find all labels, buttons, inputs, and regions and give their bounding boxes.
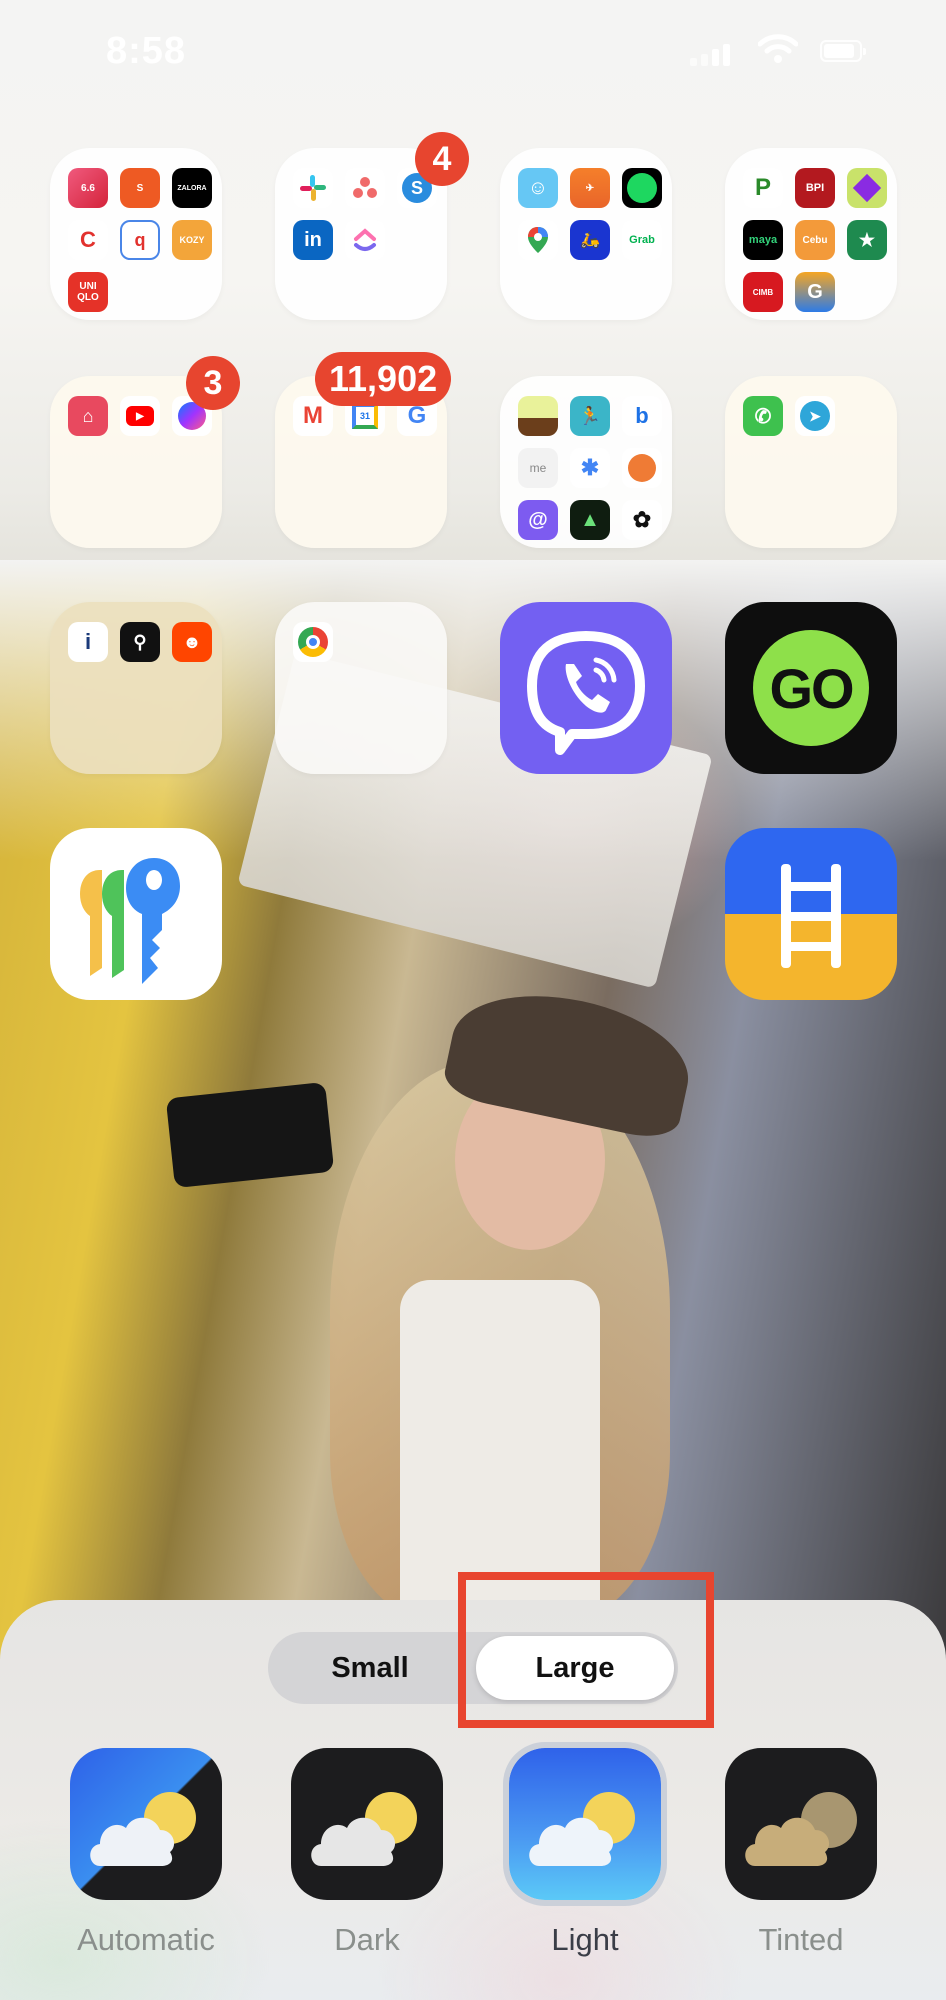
wallpaper-phone	[165, 1081, 335, 1189]
me-app-icon: me	[518, 448, 558, 488]
starbucks-app-icon: ★	[847, 220, 887, 260]
grab-app-icon: Grab	[622, 220, 662, 260]
bing-app-icon: b	[622, 396, 662, 436]
waze-app-icon: ☺	[518, 168, 558, 208]
carousell-app-icon: C	[68, 220, 108, 260]
weather-tinted-icon	[725, 1748, 877, 1900]
weather-dark-icon	[291, 1748, 443, 1900]
paymaya-p-app-icon: P	[743, 168, 783, 208]
zalora-app-icon: ZALORA	[172, 168, 212, 208]
adidas-running-app-icon: ⚲	[120, 622, 160, 662]
notification-badge: 11,902	[315, 352, 452, 406]
reddit-app-icon: ☻	[172, 622, 212, 662]
go-logo: GO	[753, 630, 869, 746]
style-label-tinted: Tinted	[758, 1922, 844, 1957]
youtube-app-icon: ▶	[120, 396, 160, 436]
wallpaper-person-shirt	[400, 1280, 600, 1600]
misc-folder[interactable]: i ⚲ ☻	[50, 602, 222, 774]
chatgpt-app-icon: ✿	[622, 500, 662, 540]
info-app-icon: i	[68, 622, 108, 662]
travel-folder[interactable]: ☺ ✈ 🛵 Grab	[500, 148, 672, 320]
shopee-6-6-app-icon: 6.6	[68, 168, 108, 208]
maya-app-icon: maya	[743, 220, 783, 260]
orange-app-icon	[622, 448, 662, 488]
viber-icon	[527, 631, 645, 755]
passwords-app[interactable]	[50, 828, 222, 1000]
style-label-light: Light	[551, 1922, 619, 1957]
runner-app-icon: 🏃	[570, 396, 610, 436]
style-label-dark: Dark	[334, 1922, 400, 1957]
asana-app-icon	[345, 168, 385, 208]
home-screen-grid: 6.6 S ZALORA C q KOZY UNI QLO S in 4 ☺ ✈…	[0, 0, 946, 1000]
chrome-app-icon	[293, 622, 333, 662]
annotation-highlight-box	[458, 1572, 714, 1728]
angkas-app-icon: 🛵	[570, 220, 610, 260]
ladder-app[interactable]	[725, 828, 897, 1000]
notification-badge: 3	[186, 356, 240, 410]
finance-folder[interactable]: P BPI maya Cebu ★ CIMB G	[725, 148, 897, 320]
shopee-app-icon: S	[120, 168, 160, 208]
weather-light-icon	[503, 1742, 667, 1906]
lalamove-app-icon: ✈	[570, 168, 610, 208]
kozy-app-icon: KOZY	[172, 220, 212, 260]
work-folder[interactable]: S in 4	[275, 132, 469, 320]
spotify-app-icon	[622, 168, 662, 208]
keys-icon	[80, 858, 180, 984]
browser-folder[interactable]	[275, 602, 447, 774]
cebu-pacific-app-icon: Cebu	[795, 220, 835, 260]
airbnb-app-icon: ⌂	[68, 396, 108, 436]
alltrails-app-icon: ▲	[570, 500, 610, 540]
weather-automatic-icon	[70, 1748, 222, 1900]
style-option-light[interactable]: Light	[503, 1742, 667, 1958]
google-assistant-app-icon: ✱	[570, 448, 610, 488]
google-maps-app-icon	[518, 220, 558, 260]
search-app-icon: q	[120, 220, 160, 260]
shopping-folder[interactable]: 6.6 S ZALORA C q KOZY UNI QLO	[50, 148, 222, 320]
viber-app[interactable]	[500, 602, 672, 774]
uniqlo-app-icon: UNI QLO	[68, 272, 108, 312]
style-option-tinted[interactable]: Tinted	[721, 1748, 881, 1958]
style-option-automatic[interactable]: Automatic	[66, 1748, 226, 1958]
style-label-automatic: Automatic	[77, 1922, 215, 1957]
size-option-small[interactable]: Small	[272, 1636, 468, 1700]
linkedin-app-icon: in	[293, 220, 333, 260]
style-option-dark[interactable]: Dark	[287, 1748, 447, 1958]
gcash-app-icon: G	[795, 272, 835, 312]
telegram-app-icon: ➤	[795, 396, 835, 436]
messaging-folder[interactable]: ✆ ➤	[725, 376, 897, 548]
social-folder[interactable]: ⌂ ▶ 3	[50, 356, 240, 548]
slack-app-icon	[293, 168, 333, 208]
notification-badge: 4	[415, 132, 469, 186]
cimb-app-icon: CIMB	[743, 272, 783, 312]
go-app[interactable]: GO	[725, 602, 897, 774]
life360-app-icon: @	[518, 500, 558, 540]
ladder-icon	[781, 864, 841, 968]
google-folder[interactable]: M 31 G 11,902	[275, 352, 452, 548]
whatsapp-app-icon: ✆	[743, 396, 783, 436]
maybank-app-icon	[847, 168, 887, 208]
bpi-app-icon: BPI	[795, 168, 835, 208]
icon-style-options: Automatic Dark Light Tinted	[0, 1742, 946, 1957]
forest-app-icon	[518, 396, 558, 436]
utilities-folder[interactable]: 🏃 b me ✱ @ ▲ ✿	[500, 376, 672, 548]
clickup-app-icon	[345, 220, 385, 260]
